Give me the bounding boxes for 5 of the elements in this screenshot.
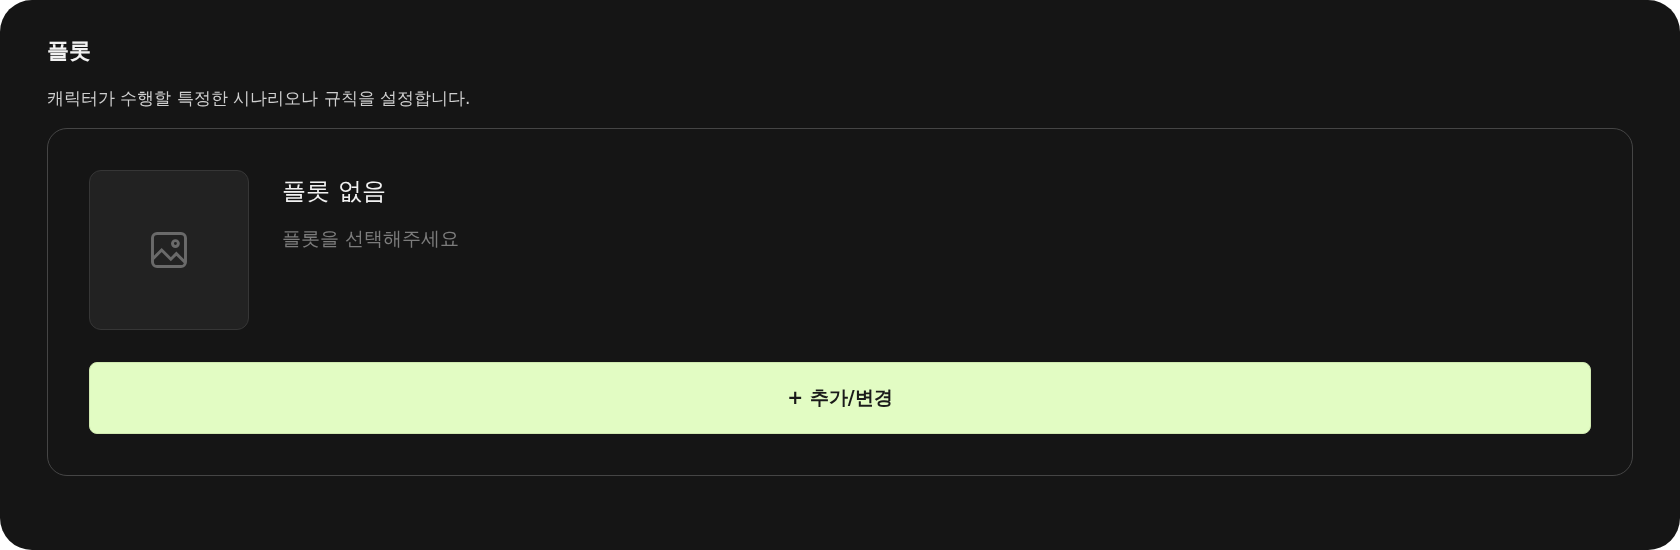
- section-description: 캐릭터가 수행할 특정한 시나리오나 규칙을 설정합니다.: [47, 87, 472, 110]
- add-change-button[interactable]: + 추가/변경: [89, 362, 1591, 434]
- section-title: 플롯: [47, 37, 92, 65]
- plot-hint: 플롯을 선택해주세요: [282, 226, 460, 251]
- plot-name: 플롯 없음: [282, 176, 387, 207]
